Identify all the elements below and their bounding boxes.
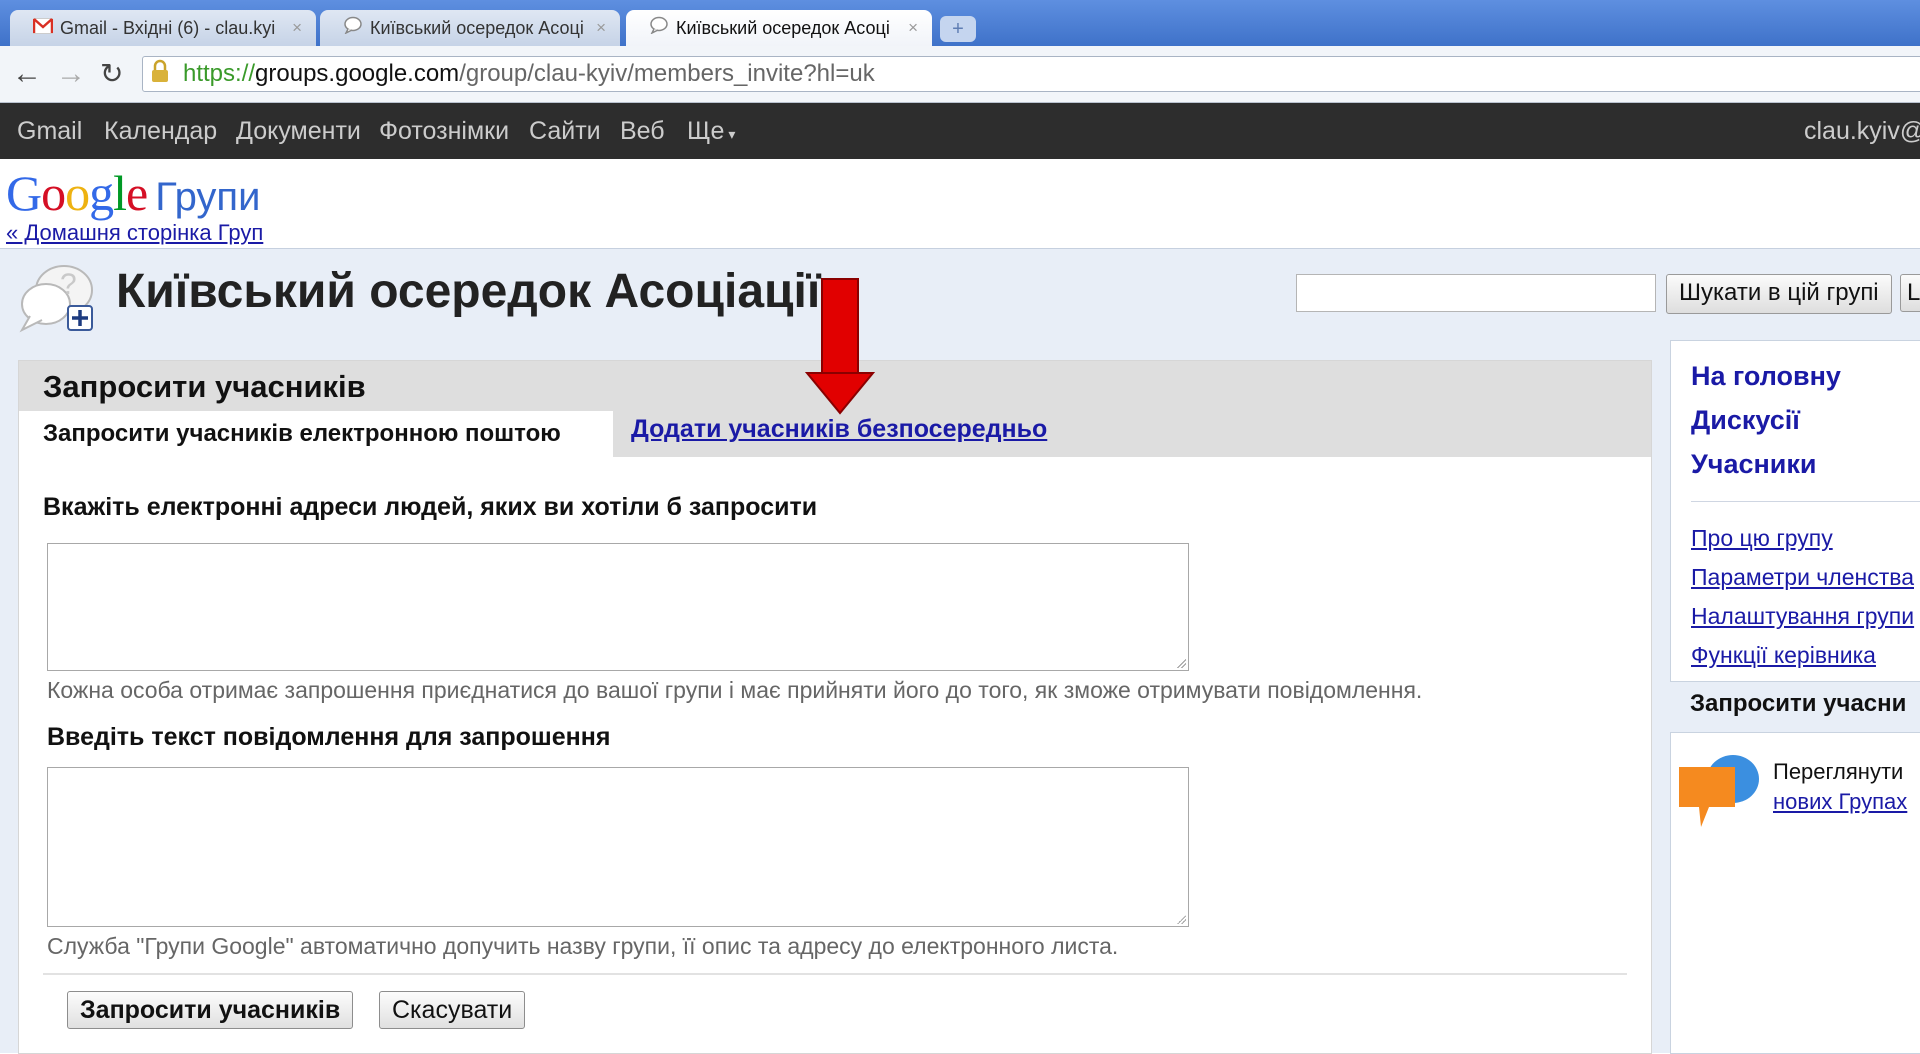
- invite-members-button[interactable]: Запросити учасників: [67, 991, 354, 1029]
- resize-grip-icon[interactable]: [1176, 914, 1186, 924]
- close-icon[interactable]: ×: [596, 10, 606, 46]
- account-name[interactable]: clau.kyiv@: [1804, 103, 1920, 159]
- tab-title: Київський осередок Асоці: [676, 18, 890, 38]
- resize-grip-icon[interactable]: [1176, 658, 1186, 668]
- groups-home-link[interactable]: « Домашня сторінка Груп: [6, 220, 263, 246]
- gbar-photos[interactable]: Фотознімки: [379, 103, 509, 159]
- group-search-input[interactable]: [1296, 274, 1656, 312]
- back-arrow-icon[interactable]: ←: [12, 56, 42, 92]
- emails-hint: Кожна особа отримає запрошення приєднати…: [47, 677, 1423, 703]
- gbar-documents[interactable]: Документи: [236, 103, 361, 159]
- sidebar-item-discussions[interactable]: Дискусії: [1691, 405, 1800, 436]
- sidebar-item-members[interactable]: Учасники: [1691, 449, 1817, 480]
- address-bar[interactable]: https://groups.google.com/group/clau-kyi…: [142, 56, 1920, 92]
- logo-letter: o: [41, 165, 66, 221]
- sidebar-current-item: Запросити учасни: [1690, 690, 1907, 717]
- speech-bubbles-icon: [1679, 755, 1759, 827]
- url-host: groups.google.com: [255, 60, 460, 87]
- emails-label: Вкажіть електронні адреси людей, яких ви…: [43, 493, 818, 521]
- new-tab-button[interactable]: +: [940, 16, 976, 42]
- browser-tab-groups-1[interactable]: Київський осередок Асоці ×: [320, 10, 620, 46]
- lock-icon: [151, 59, 169, 93]
- new-groups-promo: Переглянути нових Групах: [1670, 732, 1920, 1054]
- red-arrow-annotation: [805, 278, 875, 415]
- gbar-web[interactable]: Веб: [620, 103, 665, 159]
- gbar-more-label: Ще: [687, 117, 725, 145]
- group-title: Київський осередок Асоціації: [116, 265, 821, 318]
- group-icon: ?: [16, 258, 98, 334]
- close-icon[interactable]: ×: [908, 10, 918, 46]
- browser-toolbar: ← → ↻ https://groups.google.com/group/cl…: [0, 46, 1920, 103]
- logo-letter: g: [89, 165, 114, 221]
- gbar-more[interactable]: Ще ▾: [687, 103, 735, 162]
- google-bar: Gmail Календар Документи Фотознімки Сайт…: [0, 103, 1920, 159]
- promo-link[interactable]: нових Групах: [1773, 789, 1907, 815]
- emails-textarea[interactable]: [47, 543, 1189, 671]
- search-group-button[interactable]: Шукати в цій групі: [1666, 274, 1892, 314]
- reload-icon[interactable]: ↻: [100, 56, 123, 92]
- browser-tab-gmail[interactable]: Gmail - Вхідні (6) - clau.kyi ×: [10, 10, 316, 46]
- tab-title: Gmail - Вхідні (6) - clau.kyi: [60, 18, 276, 38]
- svg-text:?: ?: [60, 268, 77, 301]
- sidebar-divider: [1691, 501, 1920, 502]
- chevron-down-icon: ▾: [728, 126, 736, 142]
- sidebar-link-settings[interactable]: Налаштування групи: [1691, 603, 1914, 630]
- logo-letter: e: [126, 165, 148, 221]
- invite-panel: Запросити учасників Запросити учасників …: [18, 360, 1652, 1054]
- message-label: Введіть текст повідомлення для запрошенн…: [47, 723, 611, 751]
- url-path: /group/clau-kyiv/members_invite?hl=uk: [459, 60, 875, 87]
- google-groups-logo[interactable]: Google Групи: [6, 164, 261, 221]
- gbar-sites[interactable]: Сайти: [529, 103, 601, 159]
- product-name: Групи: [155, 175, 261, 219]
- logo-letter: G: [6, 165, 42, 221]
- message-hint: Служба "Групи Google" автоматично допучи…: [47, 933, 1119, 959]
- tab-title: Київський осередок Асоці: [370, 18, 584, 38]
- forward-arrow-icon[interactable]: →: [56, 56, 86, 92]
- url-scheme: https://: [183, 60, 256, 87]
- google-logo-text: Google: [6, 165, 148, 221]
- close-icon[interactable]: ×: [292, 10, 302, 46]
- gmail-icon: [32, 10, 54, 46]
- sidebar-link-membership[interactable]: Параметри членства: [1691, 564, 1914, 591]
- url-text: https://groups.google.com/group/clau-kyi…: [183, 57, 875, 91]
- groups-icon: [342, 10, 364, 46]
- groups-icon: [648, 10, 670, 46]
- tab-add-directly[interactable]: Додати учасників безпосередньо: [631, 415, 1047, 444]
- gbar-calendar[interactable]: Календар: [104, 103, 217, 159]
- divider: [43, 973, 1627, 975]
- gbar-gmail[interactable]: Gmail: [17, 103, 82, 159]
- group-sidebar: На головну Дискусії Учасники Про цю груп…: [1670, 340, 1920, 682]
- promo-text: Переглянути: [1773, 759, 1904, 784]
- logo-letter: o: [65, 165, 90, 221]
- logo-letter: l: [113, 165, 127, 221]
- browser-tab-strip: Gmail - Вхідні (6) - clau.kyi × Київськи…: [0, 0, 1920, 46]
- tab-invite-by-email[interactable]: Запросити учасників електронною поштою: [19, 411, 613, 457]
- message-textarea[interactable]: [47, 767, 1189, 927]
- sidebar-link-about[interactable]: Про цю групу: [1691, 525, 1833, 552]
- browser-tab-groups-active[interactable]: Київський осередок Асоці ×: [626, 10, 932, 46]
- cancel-button[interactable]: Скасувати: [379, 991, 526, 1029]
- sidebar-link-manager[interactable]: Функції керівника: [1691, 642, 1876, 669]
- search-all-button[interactable]: L: [1900, 274, 1920, 312]
- sidebar-item-home[interactable]: На головну: [1691, 361, 1841, 392]
- panel-title: Запросити учасників: [43, 369, 366, 404]
